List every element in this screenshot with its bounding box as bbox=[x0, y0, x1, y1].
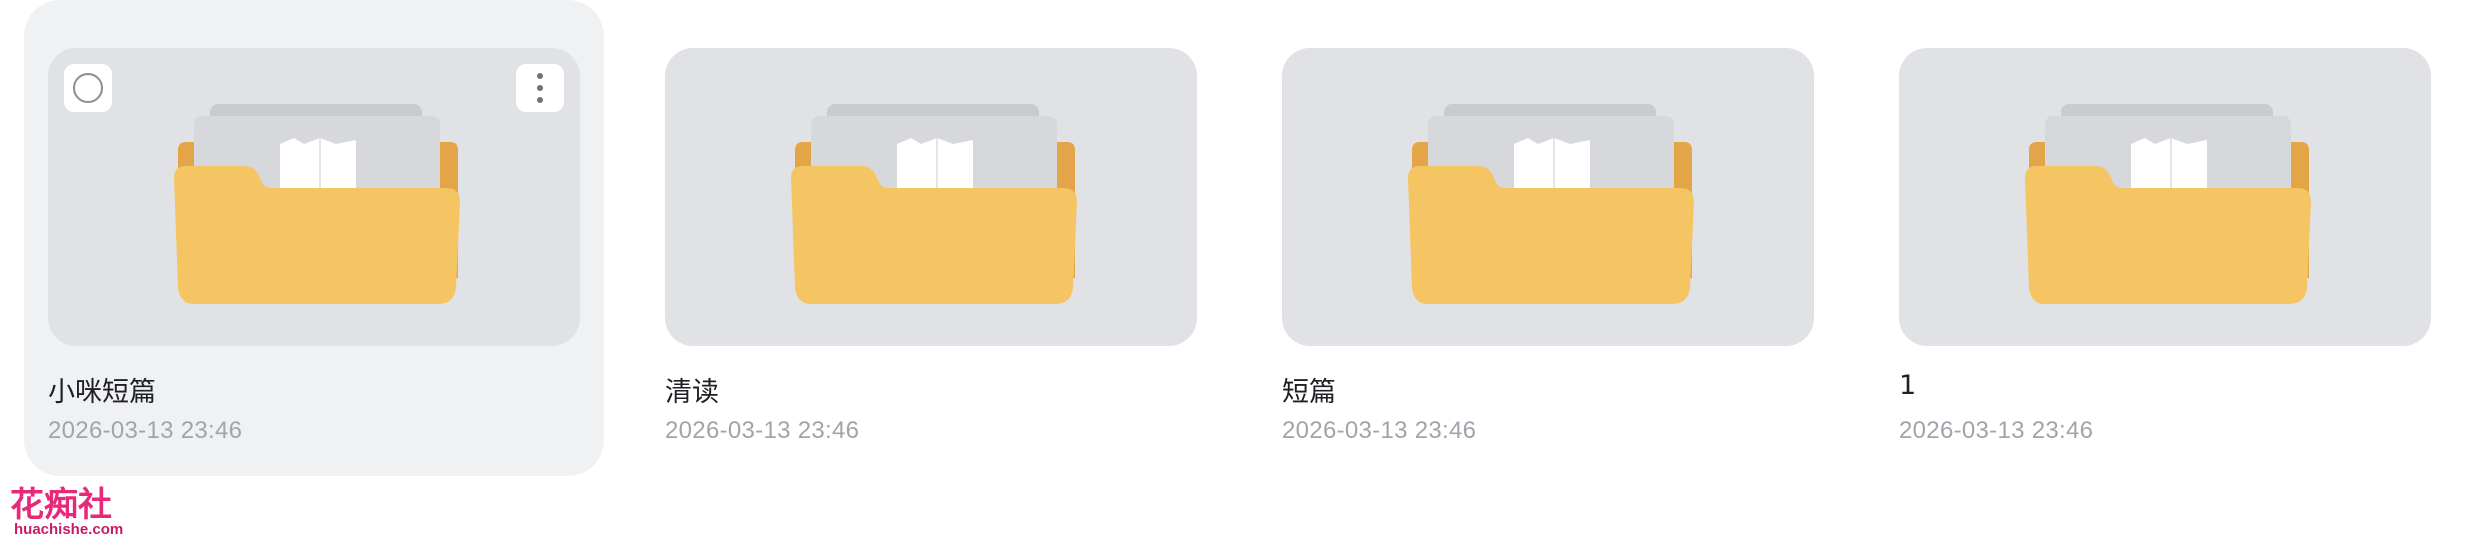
folder-name[interactable]: 小咪短篇 bbox=[48, 370, 156, 409]
svg-text:huachishe.com: huachishe.com bbox=[14, 521, 123, 538]
folder-thumbnail[interactable] bbox=[665, 48, 1197, 346]
folder-date: 2026-03-13 23:46 bbox=[665, 417, 860, 444]
folder-icon bbox=[2025, 104, 2311, 304]
folder-icon bbox=[791, 104, 1077, 304]
folder-name[interactable]: 短篇 bbox=[1282, 370, 1336, 409]
folder-grid: 小咪短篇 2026-03-13 23:46 清读 2026-03-13 23:4… bbox=[0, 0, 2474, 546]
folder-card[interactable]: 小咪短篇 2026-03-13 23:46 bbox=[24, 0, 604, 476]
folder-icon bbox=[1408, 104, 1694, 304]
folder-icon bbox=[174, 104, 460, 304]
folder-thumbnail[interactable] bbox=[48, 48, 580, 346]
select-circle-icon bbox=[73, 73, 103, 103]
folder-thumbnail[interactable] bbox=[1282, 48, 1814, 346]
more-vertical-icon bbox=[537, 73, 543, 103]
svg-text:花痴社: 花痴社 bbox=[10, 485, 112, 525]
folder-date: 2026-03-13 23:46 bbox=[48, 417, 243, 444]
more-options-button[interactable] bbox=[516, 64, 564, 112]
watermark-logo: 花痴社 huachishe.com bbox=[9, 484, 123, 538]
select-checkbox[interactable] bbox=[64, 64, 112, 112]
folder-thumbnail[interactable] bbox=[1899, 48, 2431, 346]
folder-card[interactable]: 清读 2026-03-13 23:46 bbox=[641, 0, 1221, 476]
folder-date: 2026-03-13 23:46 bbox=[1899, 417, 2094, 444]
folder-card[interactable]: 短篇 2026-03-13 23:46 bbox=[1258, 0, 1838, 476]
folder-card[interactable]: 1 2026-03-13 23:46 bbox=[1875, 0, 2455, 476]
folder-name[interactable]: 清读 bbox=[665, 370, 719, 409]
folder-date: 2026-03-13 23:46 bbox=[1282, 417, 1477, 444]
folder-name[interactable]: 1 bbox=[1899, 370, 1916, 401]
